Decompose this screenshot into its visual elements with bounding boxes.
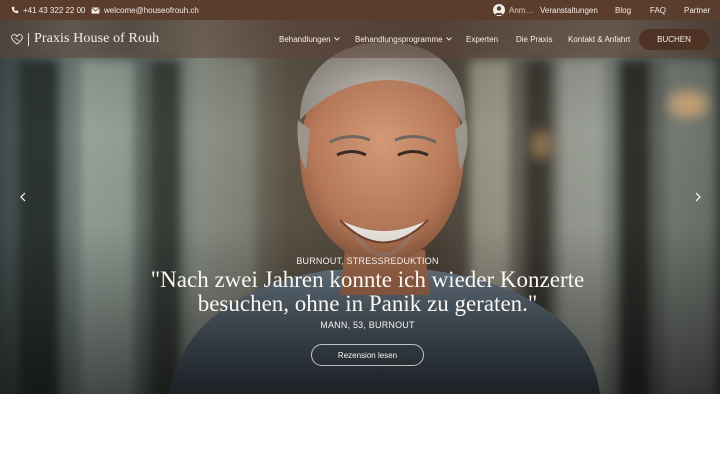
phone-number: +41 43 322 22 00 — [23, 5, 86, 15]
phone-icon — [11, 6, 19, 14]
topbar-link-partner[interactable]: Partner — [684, 0, 710, 20]
chevron-right-icon — [695, 192, 701, 202]
nav-behandlungsprogramme[interactable]: Behandlungsprogramme — [355, 20, 452, 58]
mail-icon — [91, 6, 100, 14]
chevron-down-icon — [333, 37, 340, 41]
heart-logo-icon — [11, 33, 23, 45]
chevron-left-icon — [20, 192, 26, 202]
book-button[interactable]: BUCHEN — [639, 29, 709, 50]
user-icon — [493, 4, 505, 16]
testimonial-quote: "Nach zwei Jahren konnte ich wieder Konz… — [150, 267, 585, 316]
nav-behandlungen-label: Behandlungen — [279, 34, 331, 44]
carousel-next-button[interactable] — [692, 190, 704, 204]
email-address: welcome@houseofrouh.ch — [104, 5, 199, 15]
read-review-button[interactable]: Rezension lesen — [311, 344, 424, 366]
logo-separator — [28, 32, 29, 46]
account-link[interactable]: Anm… — [493, 0, 533, 20]
phone-link[interactable]: +41 43 322 22 00 — [11, 0, 86, 20]
nav-kontakt-anfahrt[interactable]: Kontakt & Anfahrt — [568, 20, 630, 58]
logo-text: Praxis House of Rouh — [34, 31, 160, 46]
site-logo[interactable]: Praxis House of Rouh — [11, 20, 159, 58]
account-label: Anm… — [509, 5, 534, 15]
nav-programme-label: Behandlungsprogramme — [355, 34, 443, 44]
testimonial-author: MANN, 53, BURNOUT — [320, 320, 415, 330]
carousel-prev-button[interactable] — [17, 190, 29, 204]
email-link[interactable]: welcome@houseofrouh.ch — [91, 0, 199, 20]
nav-die-praxis[interactable]: Die Praxis — [516, 20, 552, 58]
top-bar: +41 43 322 22 00 welcome@houseofrouh.ch … — [0, 0, 720, 20]
topbar-link-blog[interactable]: Blog — [615, 0, 631, 20]
nav-behandlungen[interactable]: Behandlungen — [279, 20, 340, 58]
topbar-link-veranstaltungen[interactable]: Veranstaltungen — [540, 0, 598, 20]
main-navbar: Praxis House of Rouh Behandlungen Behand… — [0, 20, 720, 58]
testimonial-category: BURNOUT, STRESSREDUKTION — [296, 256, 439, 266]
hero-image — [0, 20, 720, 394]
nav-experten[interactable]: Experten — [466, 20, 498, 58]
topbar-link-faq[interactable]: FAQ — [650, 0, 666, 20]
chevron-down-icon — [445, 37, 452, 41]
